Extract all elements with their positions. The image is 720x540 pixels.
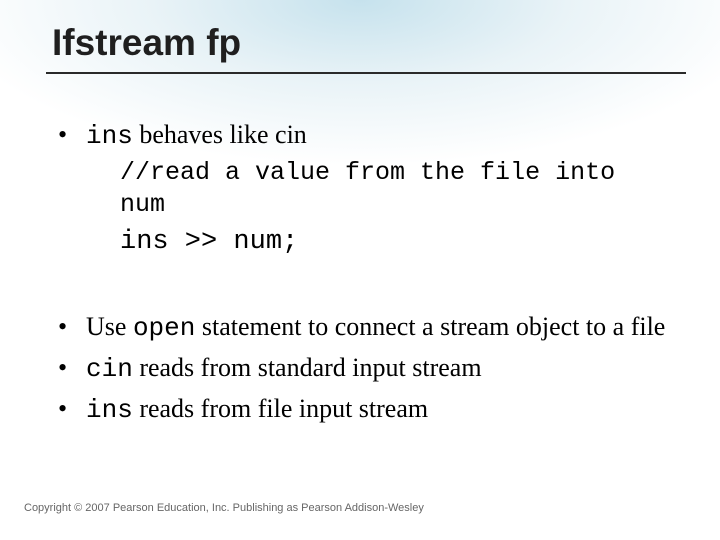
spacer xyxy=(52,266,670,310)
slide: Ifstream fp ins behaves like cin //read … xyxy=(0,0,720,540)
slide-body: ins behaves like cin //read a value from… xyxy=(52,118,670,434)
bullet-item-4: ins reads from file input stream xyxy=(52,392,670,427)
bullet-3-code: cin xyxy=(86,354,133,384)
bullet-list: ins behaves like cin //read a value from… xyxy=(52,118,670,260)
title-area: Ifstream fp xyxy=(52,22,680,74)
bullet-4-code: ins xyxy=(86,395,133,425)
bullet-1-code: ins xyxy=(86,121,133,151)
bullet-item-1: ins behaves like cin //read a value from… xyxy=(52,118,670,260)
bullet-2-code: open xyxy=(133,313,195,343)
title-underline xyxy=(46,72,686,74)
code-line: ins >> num; xyxy=(120,225,670,260)
bullet-4-t1: reads from file input stream xyxy=(133,394,428,423)
bullet-1-text: behaves like cin xyxy=(133,120,307,149)
bullet-2-t2: statement to connect a stream object to … xyxy=(195,312,665,341)
bullet-2-t1: Use xyxy=(86,312,133,341)
bullet-item-3: cin reads from standard input stream xyxy=(52,351,670,386)
bullet-item-2: Use open statement to connect a stream o… xyxy=(52,310,670,345)
bullet-list-2: Use open statement to connect a stream o… xyxy=(52,310,670,428)
copyright-text: Copyright © 2007 Pearson Education, Inc.… xyxy=(24,502,424,514)
bullet-3-t1: reads from standard input stream xyxy=(133,353,482,382)
slide-title: Ifstream fp xyxy=(52,22,680,64)
code-comment: //read a value from the file into num xyxy=(120,157,670,221)
